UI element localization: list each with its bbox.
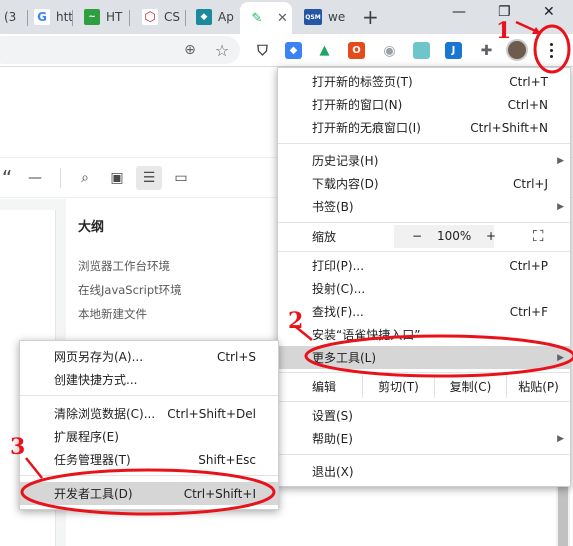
fullscreen-icon[interactable]: ⛶	[533, 227, 544, 245]
zoom-label: 缩放	[312, 230, 337, 244]
browser-tab[interactable]: (3	[0, 2, 28, 32]
menu-item-more-tools[interactable]: 更多工具(L) ▶	[278, 346, 570, 369]
submenu-arrow-icon: ▶	[557, 201, 564, 212]
zoom-out-button[interactable]: −	[412, 229, 422, 243]
camera-ext-icon[interactable]: ◉	[381, 42, 398, 59]
google-g-icon: G	[34, 9, 50, 25]
menu-item-install-app[interactable]: 安装“语雀快捷入口”	[278, 323, 570, 346]
menu-item-downloads[interactable]: 下载内容(D) Ctrl+J	[278, 172, 570, 195]
outline-title: 大纲	[78, 220, 105, 235]
j-ext-icon[interactable]: J	[445, 42, 462, 59]
submenu-item-save-page[interactable]: 网页另存为(A)... Ctrl+S	[20, 345, 278, 368]
browser-tab[interactable]: G htt	[30, 2, 73, 32]
browser-tab[interactable]: QSM we	[298, 2, 354, 32]
tab-strip: (3 G htt ~ HT ⬡ CS ◆ Ap ✎ ✕ QSM we + — ❐…	[0, 0, 573, 34]
menu-item-new-window[interactable]: 打开新的窗口(N) Ctrl+N	[278, 93, 570, 116]
more-tools-submenu: 网页另存为(A)... Ctrl+S 创建快捷方式... 清除浏览数据(C)..…	[19, 340, 279, 510]
browser-toolbar: ⊕ ☆ ⛉ ◆ ▲ O ◉ J ✚	[0, 34, 573, 67]
bookmark-star-icon[interactable]: ☆	[212, 40, 232, 60]
menu-item-new-tab[interactable]: 打开新的标签页(T) Ctrl+T	[278, 70, 570, 93]
active-tab-icon: ✎	[249, 10, 265, 26]
menu-item-cast[interactable]: 投射(C)...	[278, 277, 570, 300]
tab-title: (3	[4, 10, 17, 24]
tab-title: Ap	[218, 10, 234, 24]
close-window-button[interactable]: ✕	[543, 4, 555, 20]
submenu-arrow-icon: ▶	[557, 433, 564, 444]
submenu-item-create-shortcut[interactable]: 创建快捷方式...	[20, 368, 278, 391]
quote-icon[interactable]: “	[0, 166, 20, 190]
zoom-level: 100%	[437, 229, 472, 243]
shield-ext-icon[interactable]: ⛉	[254, 42, 271, 59]
submenu-item-extensions[interactable]: 扩展程序(E)	[20, 425, 278, 448]
submenu-item-clear-data[interactable]: 清除浏览数据(C)... Ctrl+Shift+Del	[20, 402, 278, 425]
folder-icon[interactable]: ▭	[168, 166, 194, 190]
doc-ext-icon[interactable]	[413, 42, 430, 59]
css-tab-icon: ⬡	[142, 9, 158, 25]
browser-tab[interactable]: ~ HT	[80, 2, 130, 32]
new-tab-button[interactable]: +	[362, 5, 379, 29]
search-doc-icon[interactable]: ⌕	[72, 166, 98, 190]
outline-item[interactable]: 浏览器工作台环境	[78, 258, 170, 274]
outline-toggle-icon[interactable]: ☰	[136, 166, 162, 190]
tab-close-icon[interactable]: ✕	[277, 11, 288, 26]
scrollbar-thumb[interactable]	[558, 485, 568, 546]
menu-item-bookmarks[interactable]: 书签(B) ▶	[278, 195, 570, 218]
submenu-arrow-icon: ▶	[557, 155, 564, 166]
tab-title: we	[328, 10, 346, 24]
edit-label: 编辑	[312, 380, 337, 394]
insert-image-icon[interactable]: ▣	[104, 166, 130, 190]
menu-item-exit[interactable]: 退出(X)	[278, 460, 570, 483]
menu-item-history[interactable]: 历史记录(H) ▶	[278, 149, 570, 172]
drive-ext-icon[interactable]: ▲	[316, 42, 333, 59]
tab-title: CS	[164, 10, 180, 24]
outline-item[interactable]: 本地新建文件	[78, 306, 147, 322]
copy-button[interactable]: 复制(C)	[434, 375, 506, 398]
html-tab-icon: ~	[84, 9, 100, 25]
puzzle-ext-icon[interactable]: ✚	[478, 42, 495, 59]
chrome-menu-button[interactable]	[541, 39, 561, 61]
menu-item-print[interactable]: 打印(P)... Ctrl+P	[278, 254, 570, 277]
menu-edit-row: 编辑 剪切(T) 复制(C) 粘贴(P)	[278, 375, 570, 398]
submenu-item-developer-tools[interactable]: 开发者工具(D) Ctrl+Shift+I	[20, 482, 278, 505]
submenu-item-task-manager[interactable]: 任务管理器(T) Shift+Esc	[20, 448, 278, 471]
blue-ext-icon[interactable]: ◆	[285, 42, 302, 59]
submenu-arrow-icon: ▶	[557, 352, 564, 363]
address-bar[interactable]	[0, 36, 240, 64]
annotation-step-2: 2	[288, 308, 304, 334]
menu-item-find[interactable]: 查找(F)... Ctrl+F	[278, 300, 570, 323]
browser-tab[interactable]: ⬡ CS	[138, 2, 186, 32]
menu-item-incognito[interactable]: 打开新的无痕窗口(I) Ctrl+Shift+N	[278, 116, 570, 139]
menu-zoom-row: 缩放 − 100% + ⛶	[278, 225, 570, 248]
outline-item[interactable]: 在线JavaScript环境	[78, 282, 182, 298]
tab-title: HT	[106, 10, 123, 24]
qsm-tab-icon: QSM	[304, 9, 322, 25]
minimize-button[interactable]: —	[452, 4, 466, 20]
office-ext-icon[interactable]: O	[348, 42, 365, 59]
annotation-step-3: 3	[10, 434, 26, 460]
tab-title: htt	[56, 10, 73, 24]
api-tab-icon: ◆	[196, 9, 212, 25]
chrome-main-menu: 打开新的标签页(T) Ctrl+T 打开新的窗口(N) Ctrl+N 打开新的无…	[277, 67, 571, 487]
active-browser-tab[interactable]: ✎ ✕	[240, 2, 292, 34]
paste-button[interactable]: 粘贴(P)	[506, 375, 570, 398]
zoom-in-button[interactable]: +	[486, 229, 496, 243]
browser-tab[interactable]: ◆ Ap	[192, 2, 240, 32]
menu-item-help[interactable]: 帮助(E) ▶	[278, 427, 570, 450]
divider-line-icon[interactable]: —	[22, 166, 48, 190]
annotation-step-1: 1	[496, 18, 512, 44]
cut-button[interactable]: 剪切(T)	[362, 375, 434, 398]
add-to-page-icon[interactable]: ⊕	[180, 40, 200, 60]
menu-item-settings[interactable]: 设置(S)	[278, 404, 570, 427]
